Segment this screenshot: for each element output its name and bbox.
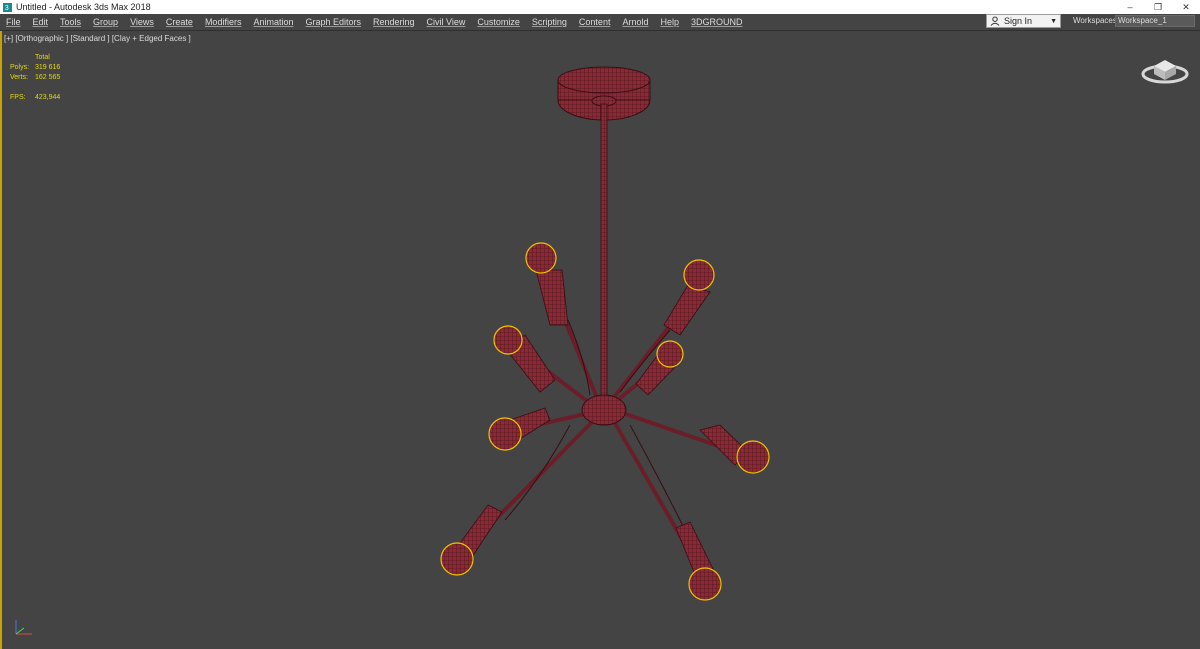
lamp-bottom-left[interactable]: [440, 504, 503, 576]
lamp-bottom-right[interactable]: [675, 521, 722, 601]
chandelier-stem[interactable]: [600, 103, 608, 401]
chandelier-hub[interactable]: [581, 394, 627, 426]
lamp-top-left[interactable]: [525, 242, 569, 326]
lamp-lower-right[interactable]: [699, 424, 770, 474]
lamp-mid-left[interactable]: [493, 325, 556, 393]
lamp-top-right[interactable]: [663, 259, 715, 336]
lamp-lower-left[interactable]: [488, 407, 551, 451]
chandelier-model[interactable]: [0, 0, 1200, 649]
lamp-mid-right[interactable]: [635, 340, 684, 396]
